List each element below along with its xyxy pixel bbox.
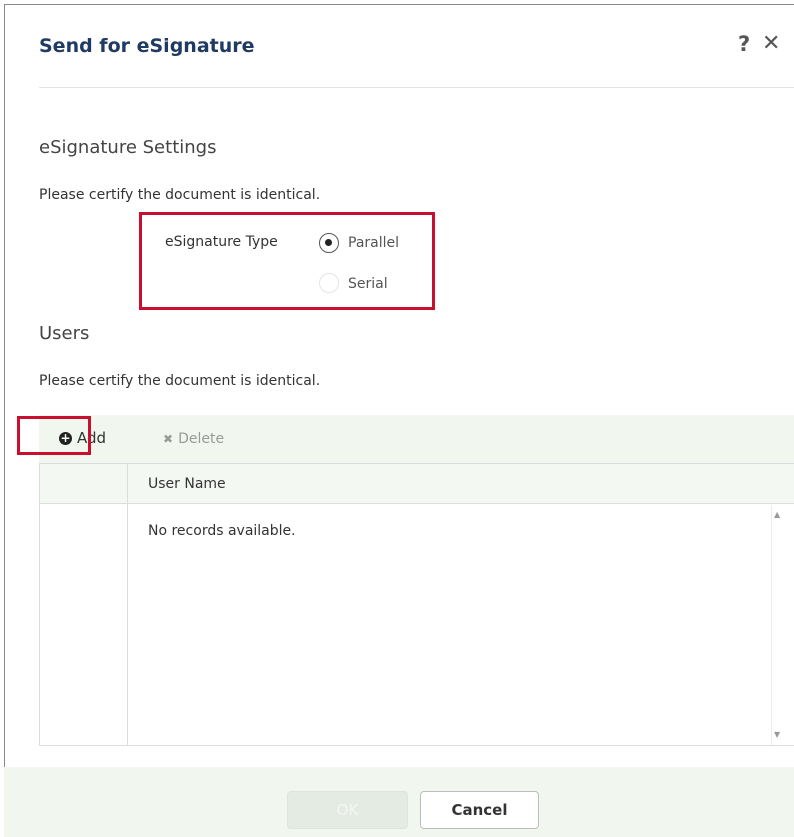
grid-empty-message: No records available. — [148, 523, 296, 539]
scroll-down-arrow-icon[interactable]: ▼ — [774, 730, 780, 739]
esignature-type-highlight — [139, 212, 435, 310]
settings-section-title: eSignature Settings — [39, 137, 217, 158]
grid-column-divider — [127, 464, 128, 745]
user-name-column-header[interactable]: User Name — [148, 476, 226, 492]
users-toolbar: + Add ✖ Delete — [39, 415, 794, 463]
serial-radio-label[interactable]: Serial — [348, 276, 388, 292]
settings-note: Please certify the document is identical… — [39, 187, 321, 203]
header-divider — [39, 87, 794, 88]
grid-header: User Name — [40, 464, 794, 504]
delete-x-icon: ✖ — [163, 432, 174, 446]
grid-scrollbar[interactable] — [771, 505, 772, 745]
users-note: Please certify the document is identical… — [39, 373, 321, 389]
users-section-title: Users — [39, 323, 90, 344]
dialog-title: Send for eSignature — [39, 35, 255, 57]
delete-user-button[interactable]: ✖ Delete — [163, 431, 224, 447]
esignature-dialog: Send for eSignature ? ✕ eSignature Setti… — [4, 4, 794, 837]
dialog-footer: OK Cancel — [4, 767, 794, 837]
parallel-radio[interactable] — [319, 233, 339, 253]
scroll-up-arrow-icon[interactable]: ▲ — [774, 510, 780, 519]
ok-button[interactable]: OK — [287, 791, 408, 829]
delete-button-label: Delete — [178, 431, 225, 447]
users-grid: User Name No records available. ▲ ▼ — [39, 463, 794, 746]
serial-radio[interactable] — [319, 273, 339, 293]
close-icon[interactable]: ✕ — [762, 31, 780, 56]
esignature-type-label: eSignature Type — [165, 234, 278, 250]
add-button-highlight — [17, 416, 91, 455]
parallel-radio-label[interactable]: Parallel — [348, 235, 399, 251]
cancel-button[interactable]: Cancel — [420, 791, 539, 829]
help-icon[interactable]: ? — [738, 32, 750, 56]
